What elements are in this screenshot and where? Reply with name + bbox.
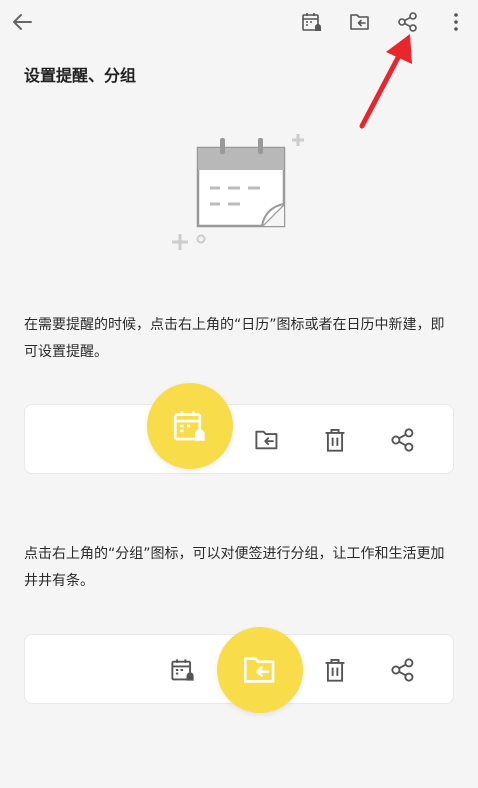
share-icon xyxy=(389,656,417,684)
calendar-reminder-highlight xyxy=(147,383,233,469)
reminder-instruction-text: 在需要提醒的时候，点击右上角的“日历”图标或者在日历中新建，即可设置提醒。 xyxy=(24,317,445,360)
back-button[interactable] xyxy=(6,6,38,38)
page-title: 设置提醒、分组 xyxy=(24,66,137,85)
calendar-reminder-icon xyxy=(169,656,197,684)
folder-group-icon xyxy=(243,657,275,683)
demo-toolbar-card-group xyxy=(24,627,454,713)
group-instruction-text: 点击右上角的“分组”图标，可以对便签进行分组，让工作和生活更加井井有条。 xyxy=(24,546,445,589)
folder-group-icon xyxy=(253,426,281,454)
more-options-button[interactable] xyxy=(440,6,472,38)
annotation-arrow-icon xyxy=(359,34,412,129)
trash-icon xyxy=(321,656,349,684)
calendar-reminder-icon xyxy=(302,13,321,31)
trash-icon xyxy=(321,426,349,454)
back-arrow-icon xyxy=(13,14,32,30)
calendar-reminder-button[interactable] xyxy=(296,6,328,38)
share-icon xyxy=(389,426,417,454)
calendar-reminder-icon xyxy=(173,411,205,441)
folder-group-highlight xyxy=(217,627,303,713)
calendar-illustration-icon xyxy=(172,134,304,250)
more-vertical-icon xyxy=(454,13,458,31)
demo-toolbar-card-reminder xyxy=(24,383,454,474)
